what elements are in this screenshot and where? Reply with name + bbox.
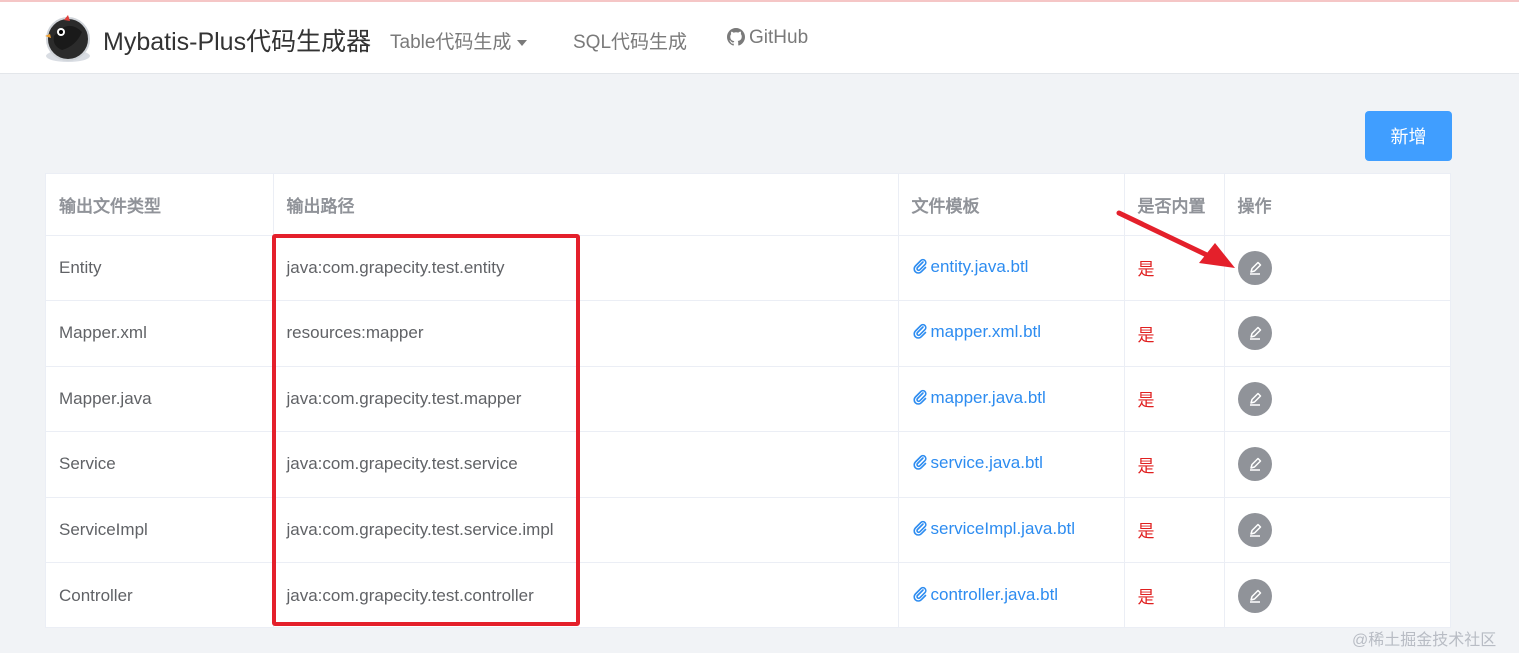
table-row: Service java:com.grapecity.test.service … bbox=[46, 431, 1450, 498]
column-header-file-type: 输出文件类型 bbox=[46, 174, 274, 236]
paperclip-icon bbox=[912, 323, 928, 344]
column-header-builtin: 是否内置 bbox=[1124, 174, 1225, 236]
template-link-label: service.java.btl bbox=[930, 453, 1043, 473]
edit-button[interactable] bbox=[1237, 447, 1272, 482]
paperclip-icon bbox=[912, 389, 928, 410]
output-config-table: 输出文件类型 输出路径 文件模板 是否内置 操作 Entity java:com… bbox=[45, 173, 1451, 628]
cell-file-type: Service bbox=[46, 431, 274, 498]
cell-actions bbox=[1224, 497, 1450, 563]
navbar: Mybatis-Plus代码生成器 Table代码生成 SQL代码生成 GitH… bbox=[0, 2, 1519, 74]
cell-template: mapper.xml.btl bbox=[898, 300, 1125, 367]
chevron-down-icon bbox=[517, 39, 528, 46]
template-link-label: mapper.java.btl bbox=[930, 387, 1046, 407]
cell-actions bbox=[1224, 235, 1450, 301]
edit-pencil-icon bbox=[1249, 392, 1261, 406]
table-row: Entity java:com.grapecity.test.entity en… bbox=[46, 235, 1450, 301]
edit-button[interactable] bbox=[1237, 578, 1272, 613]
nav-table-codegen-label: Table代码生成 bbox=[390, 32, 512, 53]
cell-actions bbox=[1224, 563, 1450, 629]
cell-builtin: 是 bbox=[1124, 431, 1225, 498]
cell-actions bbox=[1224, 366, 1450, 432]
cell-builtin: 是 bbox=[1124, 366, 1225, 432]
table-row: ServiceImpl java:com.grapecity.test.serv… bbox=[46, 497, 1450, 563]
template-link[interactable]: controller.java.btl bbox=[912, 584, 1059, 607]
edit-button[interactable] bbox=[1237, 381, 1272, 416]
nav-table-codegen-dropdown[interactable]: Table代码生成 bbox=[390, 27, 528, 54]
template-link[interactable]: service.java.btl bbox=[912, 453, 1043, 472]
nav-github-label: GitHub bbox=[749, 27, 809, 48]
cell-file-type: Entity bbox=[46, 235, 274, 301]
template-link-label: controller.java.btl bbox=[930, 584, 1059, 604]
cell-output-path: java:com.grapecity.test.mapper bbox=[273, 366, 899, 432]
template-link-label: entity.java.btl bbox=[930, 256, 1029, 276]
cell-file-type: ServiceImpl bbox=[46, 497, 274, 563]
paperclip-icon bbox=[912, 258, 928, 279]
table-row: Mapper.java java:com.grapecity.test.mapp… bbox=[46, 366, 1450, 432]
edit-pencil-icon bbox=[1249, 523, 1261, 537]
template-link[interactable]: entity.java.btl bbox=[912, 256, 1029, 279]
template-link[interactable]: mapper.java.btl bbox=[912, 388, 1046, 407]
cell-builtin: 是 bbox=[1124, 235, 1225, 301]
bird-logo-icon[interactable] bbox=[42, 12, 94, 64]
edit-button[interactable] bbox=[1237, 250, 1272, 285]
cell-template: mapper.java.btl bbox=[898, 366, 1125, 432]
cell-file-type: Mapper.xml bbox=[46, 300, 274, 367]
template-link[interactable]: serviceImpl.java.btl bbox=[912, 518, 1076, 541]
column-header-output-path: 输出路径 bbox=[273, 174, 899, 236]
template-link-label: mapper.xml.btl bbox=[930, 322, 1042, 342]
edit-pencil-icon bbox=[1249, 458, 1261, 471]
nav-sql-codegen[interactable]: SQL代码生成 bbox=[573, 27, 687, 54]
cell-output-path: java:com.grapecity.test.service bbox=[273, 431, 899, 498]
cell-builtin: 是 bbox=[1124, 497, 1225, 563]
edit-pencil-icon bbox=[1249, 261, 1261, 275]
cell-actions bbox=[1224, 431, 1450, 498]
cell-template: entity.java.btl bbox=[898, 235, 1125, 301]
cell-template: serviceImpl.java.btl bbox=[898, 497, 1125, 563]
watermark: @稀土掘金技术社区 bbox=[1352, 632, 1497, 649]
cell-output-path: java:com.grapecity.test.service.impl bbox=[273, 497, 899, 563]
table-header-row: 输出文件类型 输出路径 文件模板 是否内置 操作 bbox=[46, 174, 1450, 236]
cell-file-type: Controller bbox=[46, 562, 274, 628]
github-icon bbox=[727, 28, 745, 52]
cell-file-type: Mapper.java bbox=[46, 366, 274, 432]
cell-actions bbox=[1224, 300, 1450, 367]
nav-github-link[interactable]: GitHub bbox=[727, 27, 808, 52]
cell-output-path: resources:mapper bbox=[273, 300, 899, 367]
template-link-label: serviceImpl.java.btl bbox=[930, 518, 1076, 538]
table-row: Mapper.xml resources:mapper mapper.xml.b… bbox=[46, 300, 1450, 367]
column-header-actions: 操作 bbox=[1224, 174, 1450, 236]
edit-pencil-icon bbox=[1249, 589, 1261, 603]
cell-builtin: 是 bbox=[1124, 300, 1225, 367]
paperclip-icon bbox=[912, 454, 928, 475]
cell-template: controller.java.btl bbox=[898, 562, 1125, 628]
paperclip-icon bbox=[912, 520, 928, 541]
cell-builtin: 是 bbox=[1124, 562, 1225, 628]
brand-title[interactable]: Mybatis-Plus代码生成器 bbox=[103, 22, 371, 58]
add-button[interactable]: 新增 bbox=[1365, 111, 1452, 161]
edit-button[interactable] bbox=[1237, 512, 1272, 547]
template-link[interactable]: mapper.xml.btl bbox=[912, 322, 1042, 344]
table-row: Controller java:com.grapecity.test.contr… bbox=[46, 562, 1450, 629]
edit-pencil-icon bbox=[1249, 327, 1261, 340]
paperclip-icon bbox=[912, 586, 928, 607]
cell-output-path: java:com.grapecity.test.controller bbox=[273, 562, 899, 628]
edit-button[interactable] bbox=[1237, 316, 1272, 351]
cell-template: service.java.btl bbox=[898, 431, 1125, 498]
column-header-template: 文件模板 bbox=[898, 174, 1125, 236]
cell-output-path: java:com.grapecity.test.entity bbox=[273, 235, 899, 301]
